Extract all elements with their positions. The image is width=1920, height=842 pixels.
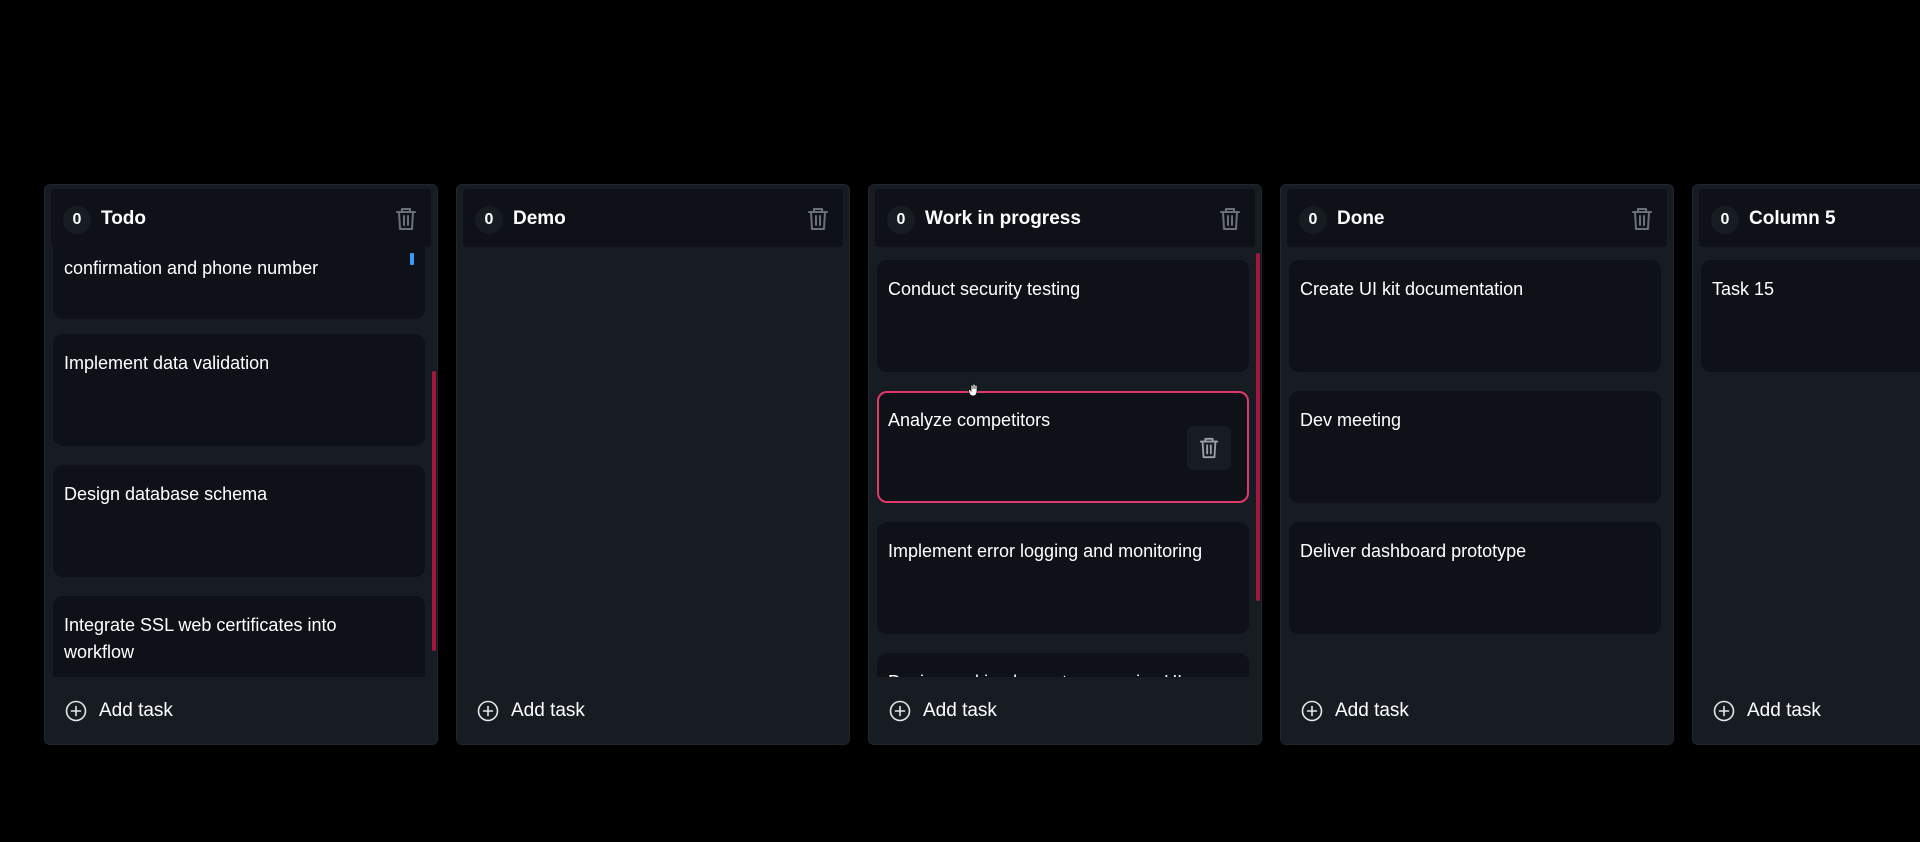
task-card-selected[interactable]: Analyze competitors xyxy=(877,391,1249,503)
plus-circle-icon xyxy=(65,700,87,722)
column-title[interactable]: Column 5 xyxy=(1749,208,1836,230)
card-list[interactable]: confirmation and phone number Implement … xyxy=(45,247,437,677)
task-card[interactable]: Integrate SSL web certificates into work… xyxy=(53,596,425,677)
column-header[interactable]: 0 Demo xyxy=(463,189,843,247)
grab-hand-icon xyxy=(968,383,978,397)
kanban-board: 0 Todo confirmation and phone number Imp… xyxy=(0,0,1920,842)
task-card[interactable]: confirmation and phone number xyxy=(53,247,425,319)
column-done: 0 Done Create UI kit documentation Dev m… xyxy=(1280,184,1674,745)
task-card-text: Design and implement responsive UI xyxy=(888,669,1229,677)
column-todo: 0 Todo confirmation and phone number Imp… xyxy=(44,184,438,745)
task-count-badge: 0 xyxy=(63,206,91,234)
task-card[interactable]: Create UI kit documentation xyxy=(1289,260,1661,372)
card-list[interactable] xyxy=(457,247,849,677)
task-card[interactable]: Task 15 xyxy=(1701,260,1920,372)
task-card-text: confirmation and phone number xyxy=(64,258,319,278)
column-work-in-progress: 0 Work in progress Conduct security test… xyxy=(868,184,1262,745)
plus-circle-icon xyxy=(1301,700,1323,722)
column-title[interactable]: Done xyxy=(1337,208,1385,230)
add-task-button[interactable]: Add task xyxy=(1713,698,1821,724)
delete-task-button[interactable] xyxy=(1187,426,1231,470)
task-card[interactable]: Implement error logging and monitoring xyxy=(877,522,1249,634)
task-card[interactable]: Design database schema xyxy=(53,465,425,577)
add-task-button[interactable]: Add task xyxy=(889,698,997,724)
column-title[interactable]: Work in progress xyxy=(925,208,1081,230)
add-task-label: Add task xyxy=(923,700,997,721)
plus-circle-icon xyxy=(1713,700,1735,722)
task-card-text: Integrate SSL web certificates into work… xyxy=(64,615,337,662)
task-card-text: Create UI kit documentation xyxy=(1300,279,1524,299)
task-card[interactable]: Implement data validation xyxy=(53,334,425,446)
card-list[interactable]: Create UI kit documentation Dev meeting … xyxy=(1281,247,1673,677)
task-card-text: Implement error logging and monitoring xyxy=(888,541,1203,561)
task-count-badge: 0 xyxy=(1299,206,1327,234)
card-list[interactable]: Conduct security testing Analyze competi… xyxy=(869,247,1261,677)
column-demo: 0 Demo Add task xyxy=(456,184,850,745)
task-count-badge: 0 xyxy=(887,206,915,234)
task-card-text: Design database schema xyxy=(64,484,268,504)
task-card-text: Task 15 xyxy=(1712,279,1775,299)
task-card-text: Deliver dashboard prototype xyxy=(1300,541,1527,561)
column-header[interactable]: 0 Todo xyxy=(51,189,431,247)
task-card[interactable]: Deliver dashboard prototype xyxy=(1289,522,1661,634)
trash-icon[interactable] xyxy=(1627,204,1657,234)
trash-icon[interactable] xyxy=(391,204,421,234)
card-list[interactable]: Task 15 xyxy=(1693,247,1920,677)
task-card-text: Analyze competitors xyxy=(888,410,1051,430)
column-title[interactable]: Demo xyxy=(513,208,566,230)
task-card[interactable]: Design and implement responsive UI xyxy=(877,653,1249,677)
column-title[interactable]: Todo xyxy=(101,208,146,230)
task-count-badge: 0 xyxy=(1711,206,1739,234)
trash-icon xyxy=(1199,437,1219,459)
drag-indicator xyxy=(410,253,414,265)
plus-circle-icon xyxy=(889,700,911,722)
task-card-text: Implement data validation xyxy=(64,353,270,373)
column-5: 0 Column 5 Task 15 Add task xyxy=(1692,184,1920,745)
column-header[interactable]: 0 Column 5 xyxy=(1699,189,1920,247)
add-task-label: Add task xyxy=(99,700,173,721)
task-card[interactable]: Conduct security testing xyxy=(877,260,1249,372)
plus-circle-icon xyxy=(477,700,499,722)
task-card-text: Conduct security testing xyxy=(888,279,1081,299)
add-task-label: Add task xyxy=(1335,700,1409,721)
add-task-button[interactable]: Add task xyxy=(65,698,173,724)
column-header[interactable]: 0 Work in progress xyxy=(875,189,1255,247)
add-task-label: Add task xyxy=(511,700,585,721)
column-header[interactable]: 0 Done xyxy=(1287,189,1667,247)
trash-icon[interactable] xyxy=(803,204,833,234)
scrollbar[interactable] xyxy=(432,371,436,651)
task-card[interactable]: Dev meeting xyxy=(1289,391,1661,503)
trash-icon[interactable] xyxy=(1215,204,1245,234)
task-card-text: Dev meeting xyxy=(1300,410,1402,430)
add-task-button[interactable]: Add task xyxy=(477,698,585,724)
add-task-button[interactable]: Add task xyxy=(1301,698,1409,724)
task-count-badge: 0 xyxy=(475,206,503,234)
add-task-label: Add task xyxy=(1747,700,1821,721)
scrollbar[interactable] xyxy=(1256,253,1260,601)
